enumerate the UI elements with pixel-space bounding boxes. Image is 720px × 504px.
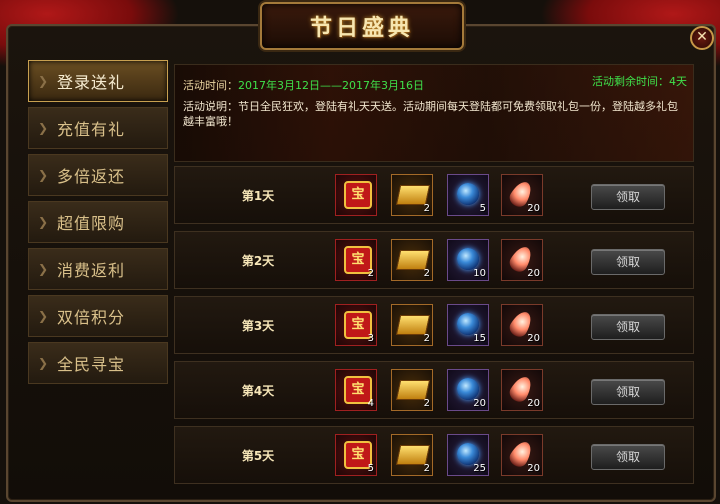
feather-item[interactable]: 20 [501, 304, 543, 346]
chevron-right-icon: ❯ [37, 168, 49, 182]
item-count: 20 [527, 463, 540, 474]
chevron-right-icon: ❯ [37, 215, 49, 229]
feather-item[interactable]: 20 [501, 434, 543, 476]
gold-ingot-item[interactable]: 2 [391, 304, 433, 346]
gold-ingot-icon [395, 445, 431, 465]
item-count: 3 [367, 333, 374, 344]
item-count: 2 [423, 333, 430, 344]
reward-row-day4: 第4天 宝 4 2 20 20 领取 [174, 361, 694, 419]
tab-double-points[interactable]: ❯ 双倍积分 [28, 295, 168, 337]
reward-row-day1: 第1天 宝 2 5 20 领取 [174, 166, 694, 224]
event-time-label: 活动时间： [183, 79, 238, 92]
blue-orb-item[interactable]: 5 [447, 174, 489, 216]
reward-row-day5: 第5天 宝 5 2 25 20 领取 [174, 426, 694, 484]
event-banner: 活动时间：2017年3月12日——2017年3月16日 活动剩余时间：4天 活动… [174, 64, 694, 162]
gold-ingot-icon [395, 315, 431, 335]
treasure-seal-item[interactable]: 宝 3 [335, 304, 377, 346]
panel-title: 节日盛典 [309, 15, 414, 41]
tab-login-gift[interactable]: ❯ 登录送礼 [28, 60, 168, 102]
day-label: 第4天 [241, 384, 275, 398]
tab-label: 消费返利 [57, 261, 126, 280]
day-label: 第1天 [241, 189, 275, 203]
claim-button[interactable]: 领取 [591, 184, 665, 210]
gold-ingot-item[interactable]: 2 [391, 239, 433, 281]
day-label: 第3天 [241, 319, 275, 333]
event-time: 活动时间：2017年3月12日——2017年3月16日 [183, 77, 424, 93]
item-count: 2 [423, 463, 430, 474]
tab-spend-rebate[interactable]: ❯ 消费返利 [28, 248, 168, 290]
item-count: 2 [367, 268, 374, 279]
blue-orb-icon [457, 183, 479, 205]
feather-item[interactable]: 20 [501, 239, 543, 281]
sidebar-tabs: ❯ 登录送礼 ❯ 充值有礼 ❯ 多倍返还 ❯ 超值限购 ❯ 消费返利 ❯ 双倍积… [28, 60, 170, 392]
feather-item[interactable]: 20 [501, 174, 543, 216]
blue-orb-icon [457, 248, 479, 270]
reward-row-day3: 第3天 宝 3 2 15 20 领取 [174, 296, 694, 354]
tab-recharge-gift[interactable]: ❯ 充值有礼 [28, 107, 168, 149]
blue-orb-item[interactable]: 20 [447, 369, 489, 411]
item-count: 4 [367, 398, 374, 409]
claim-button[interactable]: 领取 [591, 444, 665, 470]
gold-ingot-item[interactable]: 2 [391, 434, 433, 476]
item-count: 20 [527, 203, 540, 214]
gold-ingot-item[interactable]: 2 [391, 174, 433, 216]
tab-label: 登录送礼 [57, 73, 126, 92]
item-count: 20 [473, 398, 486, 409]
tab-label: 双倍积分 [57, 308, 126, 327]
treasure-seal-item[interactable]: 宝 2 [335, 239, 377, 281]
treasure-seal-item[interactable]: 宝 5 [335, 434, 377, 476]
tab-label: 多倍返还 [57, 167, 126, 186]
item-count: 15 [473, 333, 486, 344]
title-plate: 节日盛典 [260, 2, 464, 50]
item-count: 2 [423, 203, 430, 214]
treasure-seal-item[interactable]: 宝 [335, 174, 377, 216]
item-count: 2 [423, 268, 430, 279]
chevron-right-icon: ❯ [37, 356, 49, 370]
feather-item[interactable]: 20 [501, 369, 543, 411]
gold-ingot-icon [395, 185, 431, 205]
tab-treasure-hunt[interactable]: ❯ 全民寻宝 [28, 342, 168, 384]
item-count: 10 [473, 268, 486, 279]
tab-label: 全民寻宝 [57, 355, 126, 374]
item-count: 2 [423, 398, 430, 409]
item-count: 20 [527, 398, 540, 409]
chevron-right-icon: ❯ [37, 262, 49, 276]
blue-orb-item[interactable]: 10 [447, 239, 489, 281]
chevron-right-icon: ❯ [37, 309, 49, 323]
event-description: 活动说明：节日全民狂欢，登陆有礼天天送。活动期间每天登陆都可免费领取礼包一份，登… [183, 100, 678, 128]
claim-button[interactable]: 领取 [591, 314, 665, 340]
gold-ingot-item[interactable]: 2 [391, 369, 433, 411]
gold-ingot-icon [395, 380, 431, 400]
chevron-right-icon: ❯ [37, 74, 49, 88]
blue-orb-icon [457, 443, 479, 465]
reward-row-day2: 第2天 宝 2 2 10 20 领取 [174, 231, 694, 289]
treasure-seal-item[interactable]: 宝 4 [335, 369, 377, 411]
event-time-value: 2017年3月12日——2017年3月16日 [238, 79, 424, 92]
blue-orb-icon [457, 378, 479, 400]
item-count: 5 [479, 203, 486, 214]
item-count: 20 [527, 333, 540, 344]
blue-orb-item[interactable]: 25 [447, 434, 489, 476]
tab-label: 超值限购 [57, 214, 126, 233]
item-count: 5 [367, 463, 374, 474]
gold-ingot-icon [395, 250, 431, 270]
festival-panel: 节日盛典 ✕ ❯ 登录送礼 ❯ 充值有礼 ❯ 多倍返还 ❯ 超值限购 ❯ 消费返… [0, 0, 720, 504]
close-icon: ✕ [696, 29, 708, 45]
chevron-right-icon: ❯ [37, 121, 49, 135]
blue-orb-item[interactable]: 15 [447, 304, 489, 346]
tab-label: 充值有礼 [57, 120, 126, 139]
day-label: 第5天 [241, 449, 275, 463]
claim-button[interactable]: 领取 [591, 249, 665, 275]
reward-list: 第1天 宝 2 5 20 领取 第2天 宝 2 2 10 20 领取 第3天 宝… [174, 166, 694, 491]
tab-multi-return[interactable]: ❯ 多倍返还 [28, 154, 168, 196]
day-label: 第2天 [241, 254, 275, 268]
treasure-seal-icon: 宝 [344, 181, 372, 209]
item-count: 20 [527, 268, 540, 279]
blue-orb-icon [457, 313, 479, 335]
remaining-time: 活动剩余时间：4天 [592, 75, 687, 88]
claim-button[interactable]: 领取 [591, 379, 665, 405]
close-button[interactable]: ✕ [690, 26, 714, 50]
tab-limited-purchase[interactable]: ❯ 超值限购 [28, 201, 168, 243]
item-count: 25 [473, 463, 486, 474]
